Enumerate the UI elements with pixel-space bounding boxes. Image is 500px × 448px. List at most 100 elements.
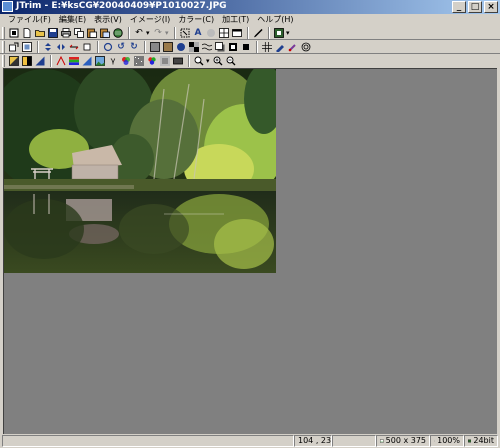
toolbar-separator bbox=[37, 41, 39, 53]
magnifier-icon bbox=[194, 56, 204, 66]
resize-button[interactable] bbox=[8, 41, 20, 53]
image-workspace[interactable] bbox=[3, 68, 497, 434]
toolbar-grip[interactable] bbox=[2, 55, 5, 67]
zoom-button[interactable] bbox=[193, 55, 205, 67]
pen-icon bbox=[276, 45, 284, 52]
window-controls: _ □ × bbox=[452, 1, 498, 13]
status-blank-panel bbox=[332, 435, 376, 447]
app-icon[interactable] bbox=[2, 1, 13, 12]
eyedropper-button[interactable] bbox=[252, 27, 264, 39]
mosaic-button[interactable] bbox=[188, 41, 200, 53]
undo-button[interactable]: ↶ bbox=[133, 27, 145, 39]
circle-button[interactable] bbox=[205, 27, 217, 39]
toolbar-separator bbox=[174, 27, 176, 39]
grid-button[interactable] bbox=[261, 41, 273, 53]
canvas-size-button[interactable] bbox=[21, 41, 33, 53]
shadow-button[interactable] bbox=[214, 41, 226, 53]
color-depth-icon bbox=[468, 439, 472, 443]
menu-color[interactable]: カラー(C) bbox=[174, 14, 218, 26]
color-depth-panel: 24bit bbox=[464, 435, 498, 447]
picture-button[interactable] bbox=[94, 55, 106, 67]
trim-button[interactable] bbox=[81, 41, 93, 53]
copy-button[interactable] bbox=[73, 27, 85, 39]
level-button[interactable] bbox=[55, 55, 67, 67]
split-button[interactable] bbox=[218, 27, 230, 39]
capture-button[interactable] bbox=[8, 27, 20, 39]
color-wheel-button[interactable] bbox=[120, 55, 132, 67]
paste-new-button[interactable] bbox=[99, 27, 111, 39]
menu-process[interactable]: 加工(T) bbox=[218, 14, 253, 26]
maximize-button[interactable]: □ bbox=[468, 1, 482, 13]
pen-button[interactable] bbox=[274, 41, 286, 53]
toolbar-separator bbox=[256, 41, 258, 53]
zoom-level-panel: 100% bbox=[430, 435, 464, 447]
wave-button[interactable] bbox=[201, 41, 213, 53]
border-button[interactable] bbox=[227, 41, 239, 53]
print-button[interactable] bbox=[60, 27, 72, 39]
cursor-position: 104 , 23 bbox=[294, 435, 332, 447]
minimize-button[interactable]: _ bbox=[452, 1, 466, 13]
menu-file[interactable]: ファイル(F) bbox=[4, 14, 55, 26]
blur-button[interactable] bbox=[159, 55, 171, 67]
toolbar-grip[interactable] bbox=[2, 27, 5, 39]
title-bar[interactable]: JTrim - E:¥ksCG¥20040409¥P1010027.JPG _ … bbox=[0, 0, 500, 14]
new-file-button[interactable] bbox=[21, 27, 33, 39]
browser-button[interactable] bbox=[112, 27, 124, 39]
redo-dropdown-arrow-icon[interactable]: ▾ bbox=[165, 29, 171, 37]
sepia-button[interactable] bbox=[162, 41, 174, 53]
open-file-button[interactable] bbox=[34, 27, 46, 39]
brush-button[interactable] bbox=[287, 41, 299, 53]
flip-horizontal-button[interactable] bbox=[55, 41, 67, 53]
negative-button[interactable] bbox=[175, 41, 187, 53]
paste-clipboard-icon bbox=[87, 28, 97, 38]
photo-canvas[interactable] bbox=[4, 69, 276, 273]
hue-button[interactable] bbox=[81, 55, 93, 67]
color-depth-value: 24bit bbox=[473, 436, 494, 445]
rotate-right-button[interactable]: ↻ bbox=[128, 41, 140, 53]
sharpen-button[interactable] bbox=[172, 55, 184, 67]
crop-button[interactable] bbox=[179, 27, 191, 39]
noise-button[interactable] bbox=[133, 55, 145, 67]
square-button[interactable] bbox=[240, 41, 252, 53]
color-dropdown-arrow-icon[interactable]: ▾ bbox=[286, 29, 292, 37]
hue-icon bbox=[82, 56, 92, 66]
toolbar-separator bbox=[97, 41, 99, 53]
rgb-button[interactable] bbox=[68, 55, 80, 67]
flip-vertical-button[interactable] bbox=[42, 41, 54, 53]
resize-icon bbox=[9, 42, 19, 52]
menu-edit[interactable]: 編集(E) bbox=[55, 14, 90, 26]
mirror-button[interactable] bbox=[68, 41, 80, 53]
image-toolbar: ↺ ↻ bbox=[2, 40, 313, 54]
contrast-button[interactable] bbox=[21, 55, 33, 67]
grayscale-button[interactable] bbox=[149, 41, 161, 53]
rotate-icon bbox=[103, 42, 113, 52]
brightness-button[interactable] bbox=[8, 55, 20, 67]
zoom-level-value: 100% bbox=[437, 436, 460, 445]
gamma-button[interactable] bbox=[34, 55, 46, 67]
image-size-value: 500 x 375 bbox=[385, 436, 426, 445]
menu-help[interactable]: ヘルプ(H) bbox=[253, 14, 297, 26]
capture-icon bbox=[9, 28, 19, 38]
save-button[interactable] bbox=[47, 27, 59, 39]
zoom-out-icon bbox=[226, 56, 236, 66]
frame-button[interactable] bbox=[231, 27, 243, 39]
mosaic-icon bbox=[189, 42, 199, 52]
menu-view[interactable]: 表示(V) bbox=[90, 14, 126, 26]
text-tool-button[interactable]: A bbox=[192, 27, 204, 39]
rotate-any-button[interactable] bbox=[102, 41, 114, 53]
toolbar-grip[interactable] bbox=[2, 41, 5, 53]
redo-button[interactable]: ↷ bbox=[152, 27, 164, 39]
menu-image[interactable]: イメージ(I) bbox=[126, 14, 174, 26]
image-size-icon bbox=[380, 439, 384, 443]
color-balance-button[interactable] bbox=[146, 55, 158, 67]
zoom-in-button[interactable] bbox=[212, 55, 224, 67]
rotate-left-button[interactable]: ↺ bbox=[115, 41, 127, 53]
zoom-out-button[interactable] bbox=[225, 55, 237, 67]
main-toolbar: ↶ ▾ ↷ ▾ A ▾ bbox=[2, 26, 292, 40]
color-palette-button[interactable] bbox=[273, 27, 285, 39]
paste-button[interactable] bbox=[86, 27, 98, 39]
spiral-button[interactable] bbox=[300, 41, 312, 53]
close-button[interactable]: × bbox=[484, 1, 498, 13]
paste-new-icon bbox=[100, 28, 110, 38]
saturation-button[interactable]: γ bbox=[107, 55, 119, 67]
